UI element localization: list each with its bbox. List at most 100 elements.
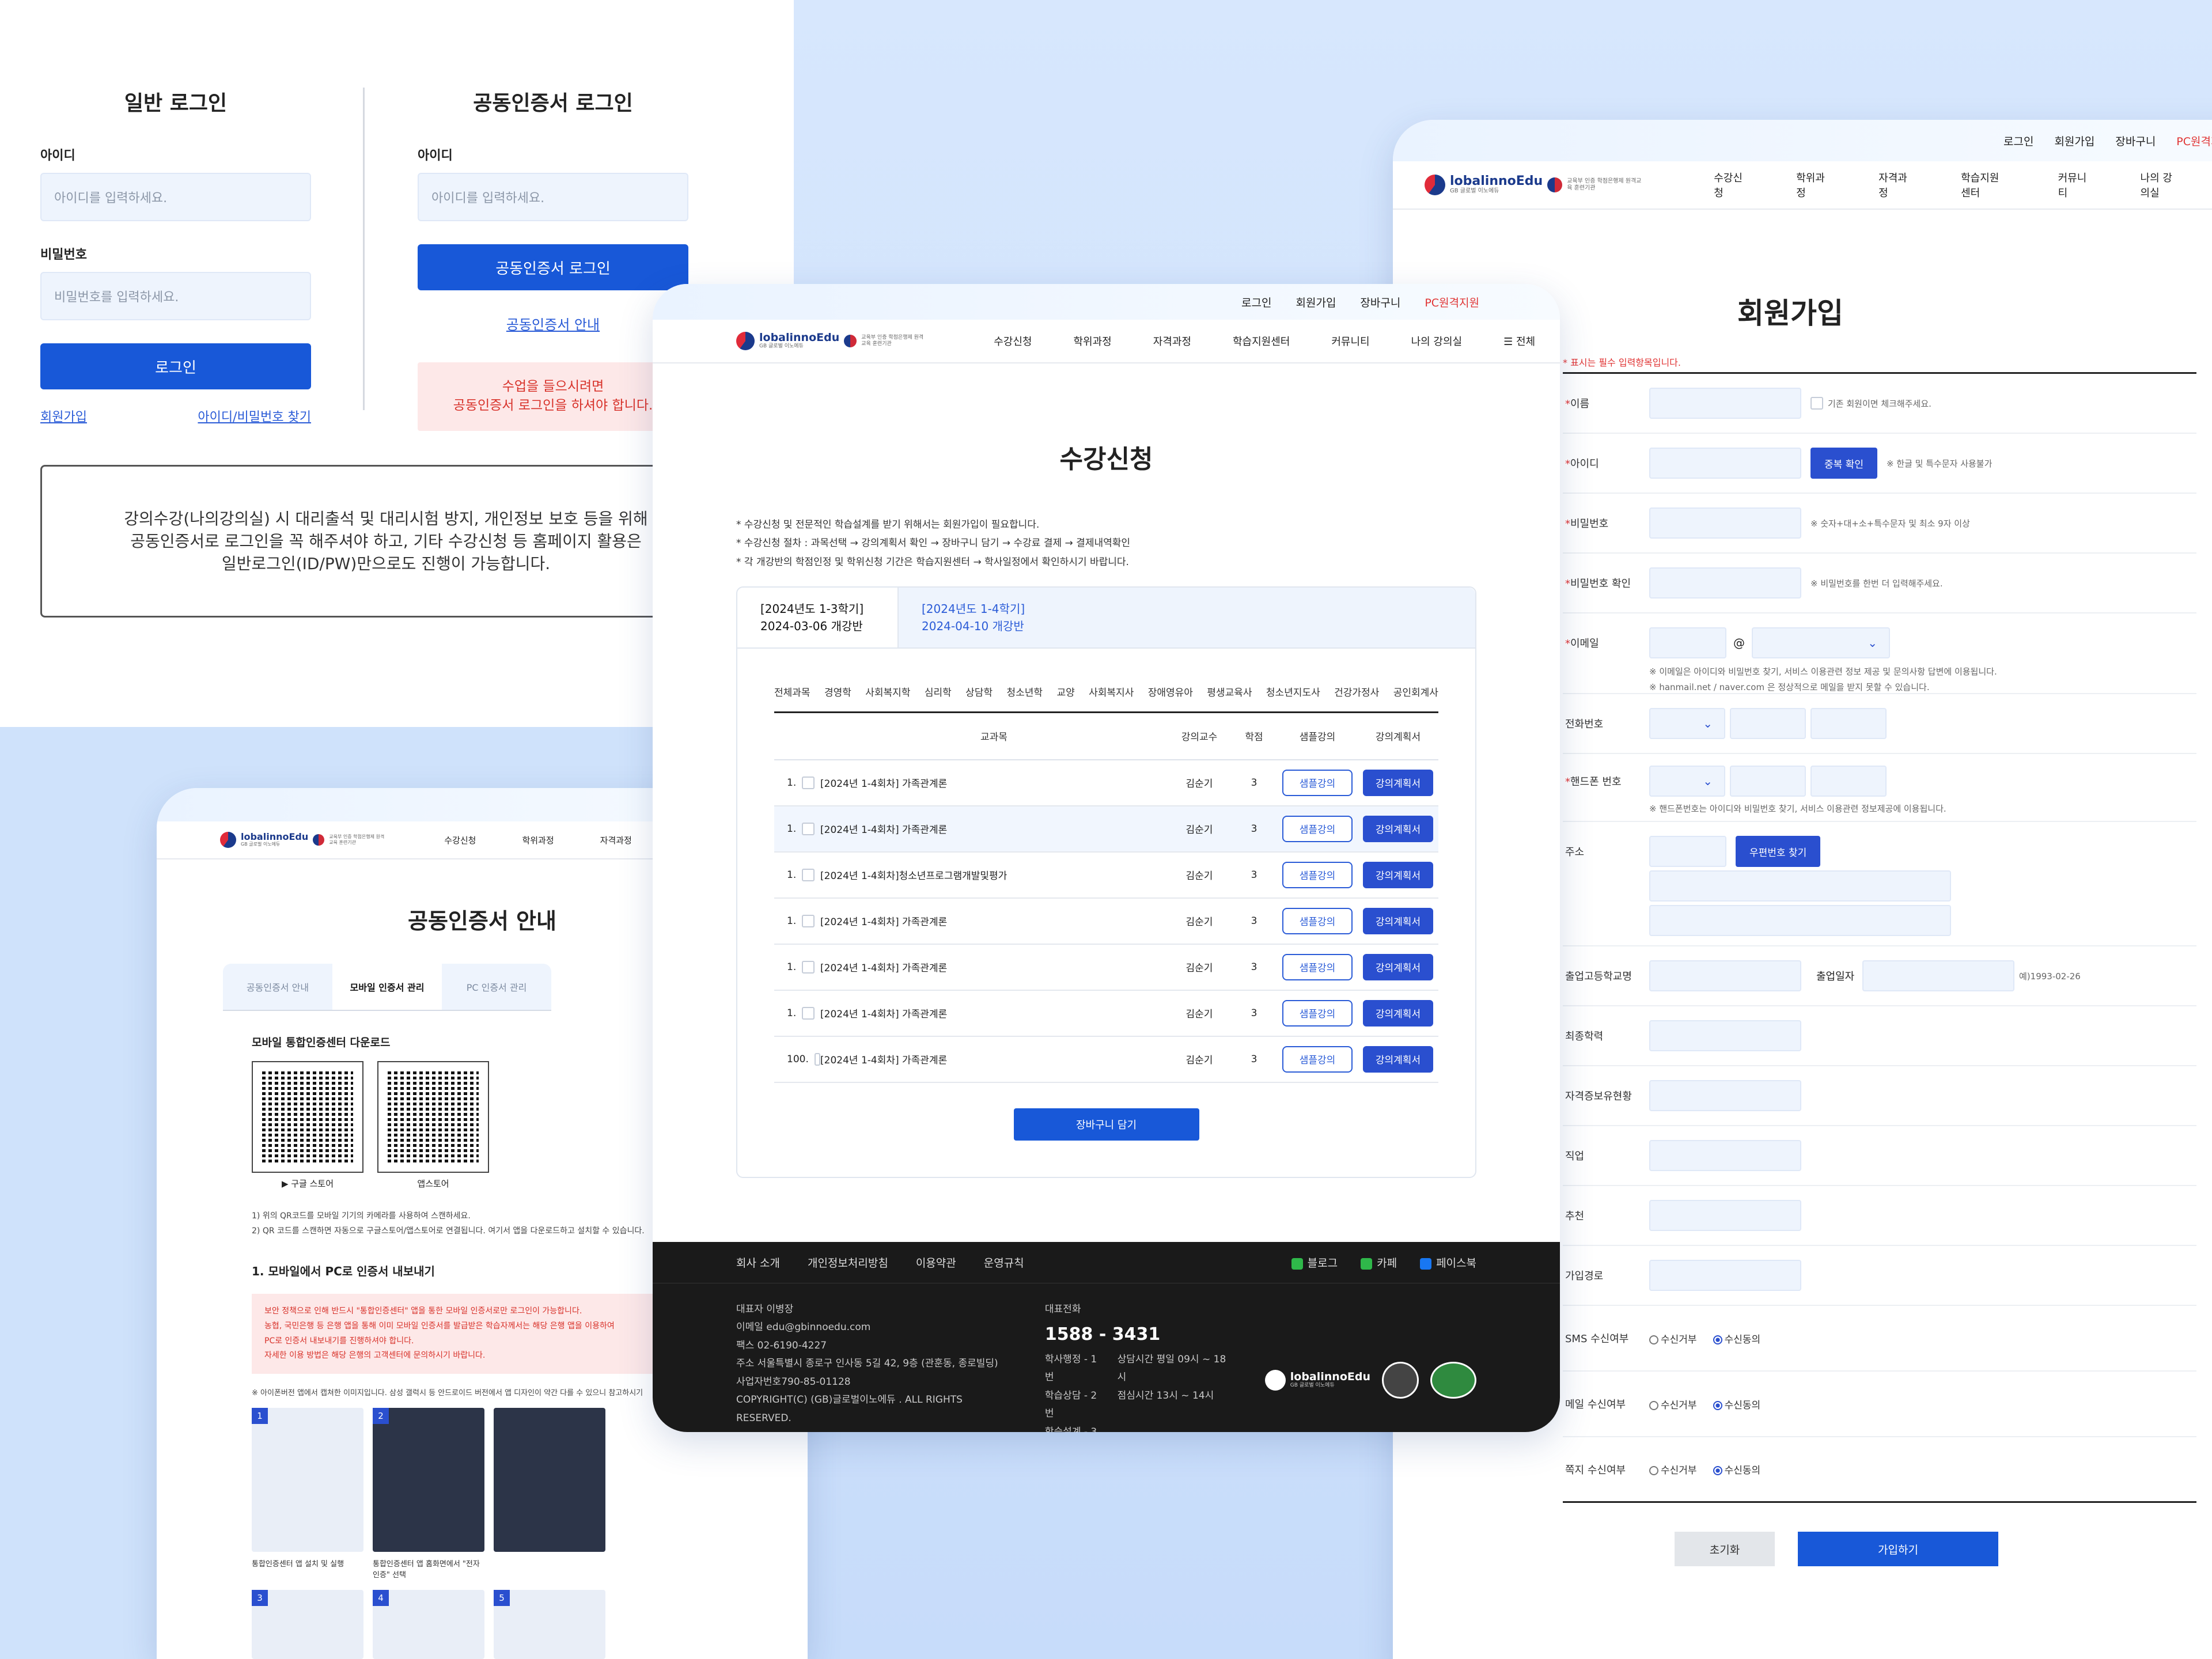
lecture-plan-button[interactable]: 강의계획서	[1363, 769, 1433, 796]
subject-tab[interactable]: 심리학	[925, 684, 952, 699]
subject-tab[interactable]: 전체과목	[774, 684, 810, 699]
cert-login-button[interactable]: 공동인증서 로그인	[418, 244, 688, 290]
nav-license[interactable]: 자격과정	[1153, 334, 1191, 349]
tel-mid-input[interactable]	[1730, 708, 1806, 739]
subject-tab[interactable]: 경영학	[824, 684, 851, 699]
tab-semester-1-3[interactable]: [2024년도 1-3학기] 2024-03-06 개강반	[737, 587, 899, 647]
zipcode-input[interactable]	[1649, 836, 1726, 867]
address2-input[interactable]	[1649, 905, 1951, 936]
sms-deny-radio[interactable]: 수신거부	[1649, 1331, 1697, 1346]
top-link-remote[interactable]: PC원격지원	[2176, 133, 2212, 149]
nav-all[interactable]: ☰ 전체	[1503, 334, 1535, 349]
email-local-input[interactable]	[1649, 627, 1726, 658]
note-agree-radio[interactable]: 수신동의	[1713, 1462, 1760, 1476]
signup-link[interactable]: 회원가입	[40, 407, 87, 425]
subject-tab[interactable]: 건강가정사	[1334, 684, 1379, 699]
signup-id-input[interactable]	[1649, 448, 1801, 479]
footer-link-about[interactable]: 회사 소개	[736, 1255, 780, 1270]
subject-tab[interactable]: 평생교육사	[1207, 684, 1252, 699]
row-checkbox[interactable]	[802, 914, 815, 927]
sample-lecture-button[interactable]: 샘플강의	[1282, 1046, 1353, 1073]
sample-lecture-button[interactable]: 샘플강의	[1282, 999, 1353, 1027]
row-checkbox[interactable]	[802, 960, 815, 974]
lecture-plan-button[interactable]: 강의계획서	[1363, 1046, 1433, 1073]
top-link-signup[interactable]: 회원가입	[1296, 294, 1336, 310]
top-link-remote[interactable]: PC원격지원	[1425, 294, 1479, 310]
job-input[interactable]	[1649, 1140, 1801, 1171]
lecture-plan-button[interactable]: 강의계획서	[1363, 907, 1433, 934]
lecture-plan-button[interactable]: 강의계획서	[1363, 999, 1433, 1027]
top-link-cart[interactable]: 장바구니	[1360, 294, 1400, 310]
row-checkbox[interactable]	[802, 1006, 815, 1020]
cert-id-input[interactable]: 아이디를 입력하세요.	[418, 173, 688, 221]
subject-tab[interactable]: 사회복지사	[1089, 684, 1134, 699]
tab-mobile-cert[interactable]: 모바일 인증서 관리	[332, 964, 442, 1010]
row-checkbox[interactable]	[802, 822, 815, 835]
id-input[interactable]: 아이디를 입력하세요.	[40, 173, 311, 221]
top-link-signup[interactable]: 회원가입	[2054, 133, 2094, 149]
nav-my-classroom[interactable]: 나의 강의실	[1411, 334, 1463, 349]
nav-community[interactable]: 커뮤니티	[1331, 334, 1369, 349]
footer-link-privacy[interactable]: 개인정보처리방침	[808, 1255, 888, 1270]
row-checkbox[interactable]	[814, 1052, 820, 1066]
nav-courses[interactable]: 수강신청	[444, 834, 476, 846]
mobile-last-input[interactable]	[1810, 766, 1887, 797]
lecture-plan-button[interactable]: 강의계획서	[1363, 861, 1433, 888]
subject-tab[interactable]: 청소년학	[1006, 684, 1043, 699]
login-button[interactable]: 로그인	[40, 343, 311, 389]
footer-facebook-link[interactable]: 페이스북	[1420, 1255, 1476, 1270]
sample-lecture-button[interactable]: 샘플강의	[1282, 861, 1353, 888]
tel-prefix-select[interactable]: ⌄	[1649, 708, 1725, 739]
footer-link-rules[interactable]: 운영규칙	[984, 1255, 1024, 1270]
mail-deny-radio[interactable]: 수신거부	[1649, 1397, 1697, 1411]
nav-courses[interactable]: 수강신청	[994, 334, 1032, 349]
lecture-plan-button[interactable]: 강의계획서	[1363, 953, 1433, 980]
add-to-cart-button[interactable]: 장바구니 담기	[1013, 1108, 1199, 1141]
license-input[interactable]	[1649, 1080, 1801, 1111]
tab-pc-cert[interactable]: PC 인증서 관리	[442, 964, 551, 1010]
subject-tab[interactable]: 상담학	[965, 684, 993, 699]
mobile-prefix-select[interactable]: ⌄	[1649, 766, 1725, 797]
site-logo[interactable]: lobalinnoEdu GB 글로벌 이노에듀 교육부 인증 학점은행제 원격…	[1425, 175, 1642, 195]
nav-license[interactable]: 자격과정	[1878, 170, 1908, 200]
subject-tab[interactable]: 장애영유아	[1148, 684, 1193, 699]
top-link-login[interactable]: 로그인	[1241, 294, 1271, 310]
nav-degree[interactable]: 학위과정	[1073, 334, 1111, 349]
password-confirm-input[interactable]	[1649, 567, 1801, 599]
join-button[interactable]: 가입하기	[1798, 1532, 1998, 1566]
sample-lecture-button[interactable]: 샘플강의	[1282, 815, 1353, 842]
nav-degree[interactable]: 학위과정	[522, 834, 554, 846]
sample-lecture-button[interactable]: 샘플강의	[1282, 953, 1353, 980]
reset-button[interactable]: 초기화	[1675, 1532, 1775, 1566]
grad-date-input[interactable]	[1862, 960, 2014, 991]
tab-cert-guide[interactable]: 공동인증서 안내	[223, 964, 332, 1010]
referral-input[interactable]	[1649, 1200, 1801, 1231]
route-input[interactable]	[1649, 1260, 1801, 1291]
row-checkbox[interactable]	[802, 868, 815, 881]
mail-agree-radio[interactable]: 수신동의	[1713, 1397, 1760, 1411]
nav-degree[interactable]: 학위과정	[1796, 170, 1825, 200]
find-account-link[interactable]: 아이디/비밀번호 찾기	[198, 407, 311, 425]
top-link-login[interactable]: 로그인	[2003, 133, 2033, 149]
address1-input[interactable]	[1649, 870, 1951, 902]
password-input[interactable]: 비밀번호를 입력하세요.	[40, 272, 311, 320]
tab-semester-1-4[interactable]: [2024년도 1-4학기] 2024-04-10 개강반	[899, 588, 1060, 647]
footer-blog-link[interactable]: 블로그	[1291, 1255, 1338, 1270]
nav-community[interactable]: 커뮤니티	[2058, 170, 2088, 200]
lecture-plan-button[interactable]: 강의계획서	[1363, 815, 1433, 842]
name-input[interactable]	[1649, 388, 1801, 419]
nav-license[interactable]: 자격과정	[600, 834, 632, 846]
sample-lecture-button[interactable]: 샘플강의	[1282, 769, 1353, 796]
subject-tab[interactable]: 사회복지학	[865, 684, 910, 699]
duplicate-check-button[interactable]: 중복 확인	[1810, 448, 1877, 479]
footer-cafe-link[interactable]: 카페	[1361, 1255, 1397, 1270]
sample-lecture-button[interactable]: 샘플강의	[1282, 907, 1353, 934]
nav-my-classroom[interactable]: 나의 강의실	[2141, 170, 2180, 200]
mobile-mid-input[interactable]	[1730, 766, 1806, 797]
zipcode-search-button[interactable]: 우편번호 찾기	[1736, 836, 1821, 867]
school-input[interactable]	[1649, 960, 1801, 991]
subject-tab[interactable]: 공인회계사	[1393, 684, 1438, 699]
note-deny-radio[interactable]: 수신거부	[1649, 1462, 1697, 1476]
subject-tab[interactable]: 교양	[1056, 684, 1074, 699]
nav-support[interactable]: 학습지원센터	[1233, 334, 1290, 349]
